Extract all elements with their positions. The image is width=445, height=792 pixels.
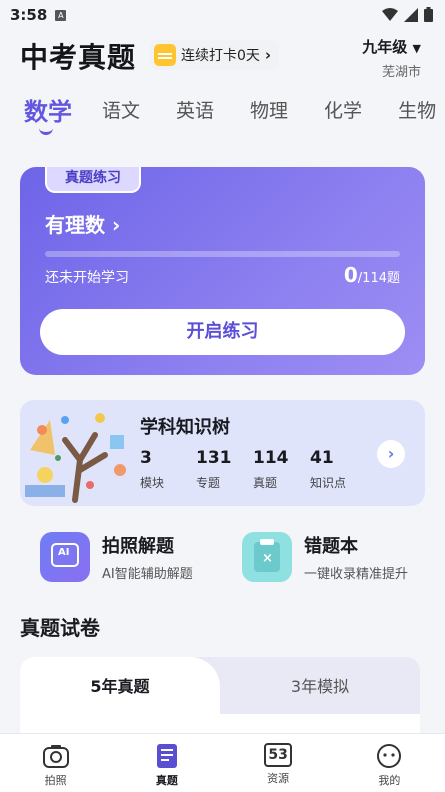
- stat-questions: 114 真题: [253, 448, 310, 491]
- signal-icon: [404, 7, 418, 22]
- start-practice-button[interactable]: 开启练习: [40, 309, 405, 355]
- nav-label: 真题: [155, 774, 178, 787]
- chevron-right-icon: ›: [111, 213, 121, 237]
- tab-3-year-mock[interactable]: 3年模拟: [220, 657, 420, 717]
- paper-list: [20, 714, 420, 734]
- page-title: 中考真题: [20, 41, 137, 74]
- knowledge-tree-illustration: [25, 413, 126, 503]
- active-tab-indicator: [39, 128, 53, 135]
- done-count: 0: [343, 263, 358, 287]
- battery-icon: [424, 7, 433, 22]
- stat-value: 131: [196, 448, 232, 468]
- tab-5-year-real[interactable]: 5年真题: [20, 657, 220, 717]
- topic-link[interactable]: 有理数 ›: [45, 209, 120, 238]
- stat-topics: 131 专题: [196, 448, 253, 491]
- bottom-nav: 拍照 真题 53 资源 我的: [0, 733, 445, 792]
- grade-selector[interactable]: 九年级 ▼ 芜湖市: [362, 36, 421, 80]
- city-label: 芜湖市: [381, 65, 421, 80]
- knowledge-tree-title: 学科知识树: [140, 417, 230, 438]
- stat-knowledge-points: 41 知识点: [310, 448, 360, 491]
- tool-title: 错题本: [304, 536, 358, 557]
- practice-tag: 真题练习: [45, 167, 141, 193]
- checkin-label: 连续打卡0天: [181, 48, 260, 64]
- ai-chat-icon: AI: [40, 532, 90, 582]
- grade-label: 九年级: [362, 38, 408, 56]
- status-time: 3:58: [10, 6, 48, 24]
- stat-modules: 3 模块: [140, 448, 196, 491]
- stat-label: 真题: [253, 476, 278, 490]
- stat-value: 114: [253, 448, 289, 468]
- wrong-questions-button[interactable]: × 错题本一键收录精准提升: [242, 532, 408, 582]
- nav-resources[interactable]: 53 资源: [223, 734, 334, 792]
- tab-chinese[interactable]: 语文: [102, 96, 140, 146]
- subject-tabs: 数学 语文 英语 物理 化学 生物: [24, 96, 444, 146]
- tab-label: 数学: [24, 98, 72, 126]
- 53-icon: 53: [264, 743, 293, 767]
- stat-value: 3: [140, 448, 152, 468]
- face-icon: [377, 744, 402, 768]
- stat-label: 模块: [140, 476, 165, 490]
- caret-down-icon: ▼: [412, 42, 421, 55]
- tool-subtitle: 一键收录精准提升: [304, 567, 409, 582]
- study-status: 还未开始学习: [45, 270, 129, 286]
- calendar-icon: [154, 44, 176, 66]
- stat-label: 知识点: [310, 476, 347, 490]
- total-count: /114题: [357, 271, 400, 286]
- book-icon: [156, 744, 177, 768]
- notification-a-icon: A: [55, 9, 67, 21]
- header: 中考真题 连续打卡0天 › 九年级 ▼ 芜湖市: [20, 36, 425, 80]
- practice-card: 真题练习 有理数 › 还未开始学习 0/114题 开启练习: [20, 167, 425, 375]
- chevron-right-icon[interactable]: ›: [377, 440, 405, 468]
- clipboard-x-icon: ×: [242, 532, 292, 582]
- nav-photo[interactable]: 拍照: [0, 734, 111, 792]
- tab-physics[interactable]: 物理: [250, 96, 288, 146]
- chevron-right-icon: ›: [264, 46, 272, 64]
- tool-title: 拍照解题: [102, 536, 174, 557]
- ai-icon-text: AI: [58, 547, 70, 558]
- topic-label: 有理数: [45, 213, 105, 237]
- wifi-icon: [382, 7, 398, 21]
- paper-tabs: 3年模拟 5年真题: [20, 657, 420, 717]
- knowledge-stats: 3 模块 131 专题 114 真题 41 知识点: [140, 448, 360, 491]
- tab-english[interactable]: 英语: [176, 96, 214, 146]
- nav-mine[interactable]: 我的: [334, 734, 445, 792]
- status-icons: [382, 7, 433, 22]
- status-bar: 3:58 A: [0, 0, 445, 30]
- tab-chemistry[interactable]: 化学: [324, 96, 362, 146]
- nav-label: 拍照: [44, 774, 67, 787]
- tab-math[interactable]: 数学: [24, 92, 72, 146]
- checkin-button[interactable]: 连续打卡0天 ›: [150, 40, 280, 70]
- section-title-papers: 真题试卷: [20, 616, 100, 640]
- photo-solve-button[interactable]: AI 拍照解题 AI智能辅助解题: [40, 532, 193, 582]
- progress-bar: [45, 251, 400, 257]
- nav-real-questions[interactable]: 真题: [111, 734, 222, 792]
- stat-label: 专题: [196, 476, 221, 490]
- camera-icon: [42, 745, 69, 768]
- stat-value: 41: [310, 448, 334, 468]
- tool-subtitle: AI智能辅助解题: [102, 567, 193, 582]
- tab-biology[interactable]: 生物: [398, 96, 436, 146]
- question-count: 0/114题: [344, 263, 400, 287]
- nav-label: 我的: [378, 774, 401, 787]
- nav-label: 资源: [267, 772, 290, 785]
- knowledge-tree-card[interactable]: 学科知识树 3 模块 131 专题 114 真题 41 知识点 ›: [20, 400, 425, 506]
